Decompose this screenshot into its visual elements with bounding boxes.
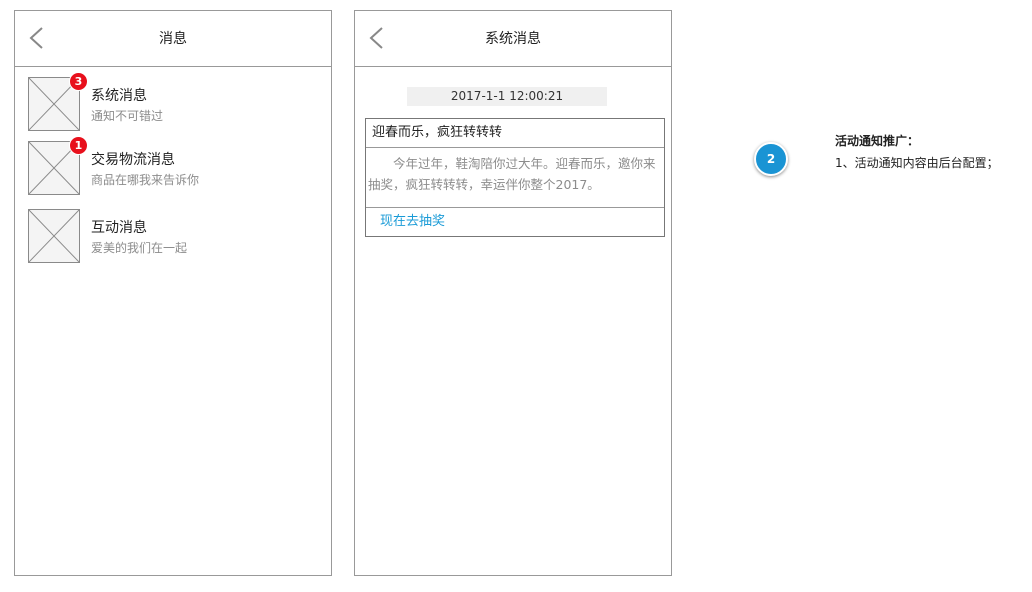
list-item-logistics-messages[interactable]: 1 交易物流消息 商品在哪我来告诉你 <box>28 136 318 197</box>
page-title: 消息 <box>159 31 187 47</box>
list-item-system-messages[interactable]: 3 系统消息 通知不可错过 <box>28 72 318 133</box>
system-message-screen: 系统消息 2017-1-1 12:00:21 迎春而乐，疯狂转转转 今年过年，鞋… <box>354 10 672 576</box>
list-item-interaction-messages[interactable]: 互动消息 爱美的我们在一起 <box>28 209 318 265</box>
annotation-marker: 2 <box>754 142 788 176</box>
notification-card: 迎春而乐，疯狂转转转 今年过年，鞋淘陪你过大年。迎春而乐，邀你来抽奖，疯狂转转转… <box>365 118 665 237</box>
annotation-line: 1、活动通知内容由后台配置； <box>835 156 999 170</box>
card-body: 今年过年，鞋淘陪你过大年。迎春而乐，邀你来抽奖，疯狂转转转，幸运伴你整个2017… <box>368 156 656 192</box>
item-subtitle: 爱美的我们在一起 <box>91 241 188 255</box>
nav-bar: 系统消息 <box>355 11 671 67</box>
page-title: 系统消息 <box>485 31 541 47</box>
draw-now-link[interactable]: 现在去抽奖 <box>366 207 664 236</box>
item-title: 交易物流消息 <box>91 152 175 168</box>
messages-screen: 消息 3 系统消息 通知不可错过 1 交易物流消息 商品在哪我来告诉你 互动消息… <box>14 10 332 576</box>
image-placeholder-icon <box>28 209 80 263</box>
unread-badge: 3 <box>69 72 88 91</box>
item-subtitle: 商品在哪我来告诉你 <box>91 173 200 187</box>
annotation-title: 活动通知推广： <box>835 134 920 148</box>
card-title: 迎春而乐，疯狂转转转 <box>366 119 664 148</box>
unread-badge: 1 <box>69 136 88 155</box>
item-title: 系统消息 <box>91 88 147 104</box>
message-timestamp: 2017-1-1 12:00:21 <box>407 87 607 106</box>
item-subtitle: 通知不可错过 <box>91 109 164 123</box>
item-title: 互动消息 <box>91 220 147 236</box>
nav-bar: 消息 <box>15 11 331 67</box>
